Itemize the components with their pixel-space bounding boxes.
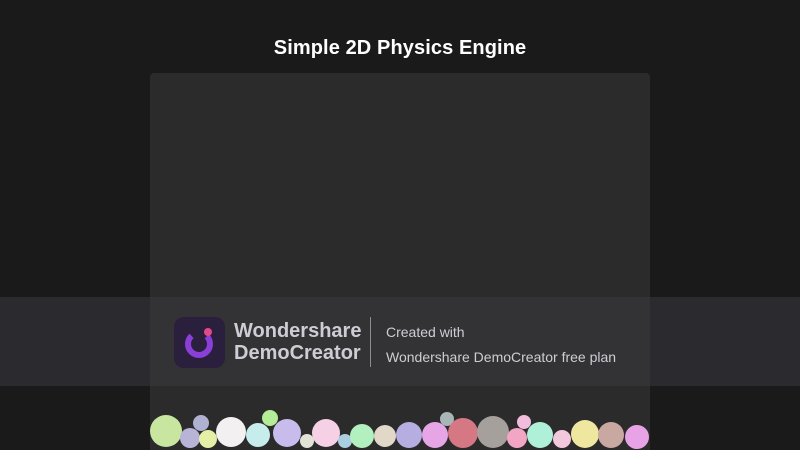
- watermark-created-line-2: Wondershare DemoCreator free plan: [386, 349, 617, 365]
- ball: [422, 422, 448, 448]
- ball: [199, 430, 217, 448]
- watermark-brand-line-1: Wondershare: [234, 320, 362, 342]
- ball: [553, 430, 571, 448]
- ball: [262, 410, 278, 426]
- ball: [180, 428, 200, 448]
- ball: [312, 419, 340, 447]
- watermark-brand-line-2: DemoCreator: [234, 342, 361, 364]
- watermark-divider: [370, 317, 371, 367]
- ball: [527, 422, 553, 448]
- ball: [598, 422, 624, 448]
- ball: [246, 423, 270, 447]
- watermark-created-line-1: Created with: [386, 324, 465, 340]
- ball: [571, 420, 599, 448]
- ball: [150, 415, 182, 447]
- ball: [448, 418, 478, 448]
- ball: [216, 417, 246, 447]
- watermark-brand: Wondershare DemoCreator: [234, 320, 361, 364]
- watermark-created-text: Created with Wondershare DemoCreator fre…: [386, 320, 616, 370]
- ball: [507, 428, 527, 448]
- ball: [625, 425, 649, 449]
- ball: [396, 422, 422, 448]
- balls-layer: [150, 410, 649, 449]
- ball: [477, 416, 509, 448]
- app-page: Simple 2D Physics Engine Wondershare Dem…: [0, 0, 800, 450]
- ball: [273, 419, 301, 447]
- page-title: Simple 2D Physics Engine: [273, 37, 527, 59]
- ball: [374, 425, 396, 447]
- physics-canvas[interactable]: [150, 73, 650, 450]
- ball: [193, 415, 209, 431]
- ball: [517, 415, 531, 429]
- ball: [300, 434, 314, 448]
- ball: [338, 434, 352, 448]
- ball: [350, 424, 374, 448]
- democreator-logo-icon: [174, 317, 225, 368]
